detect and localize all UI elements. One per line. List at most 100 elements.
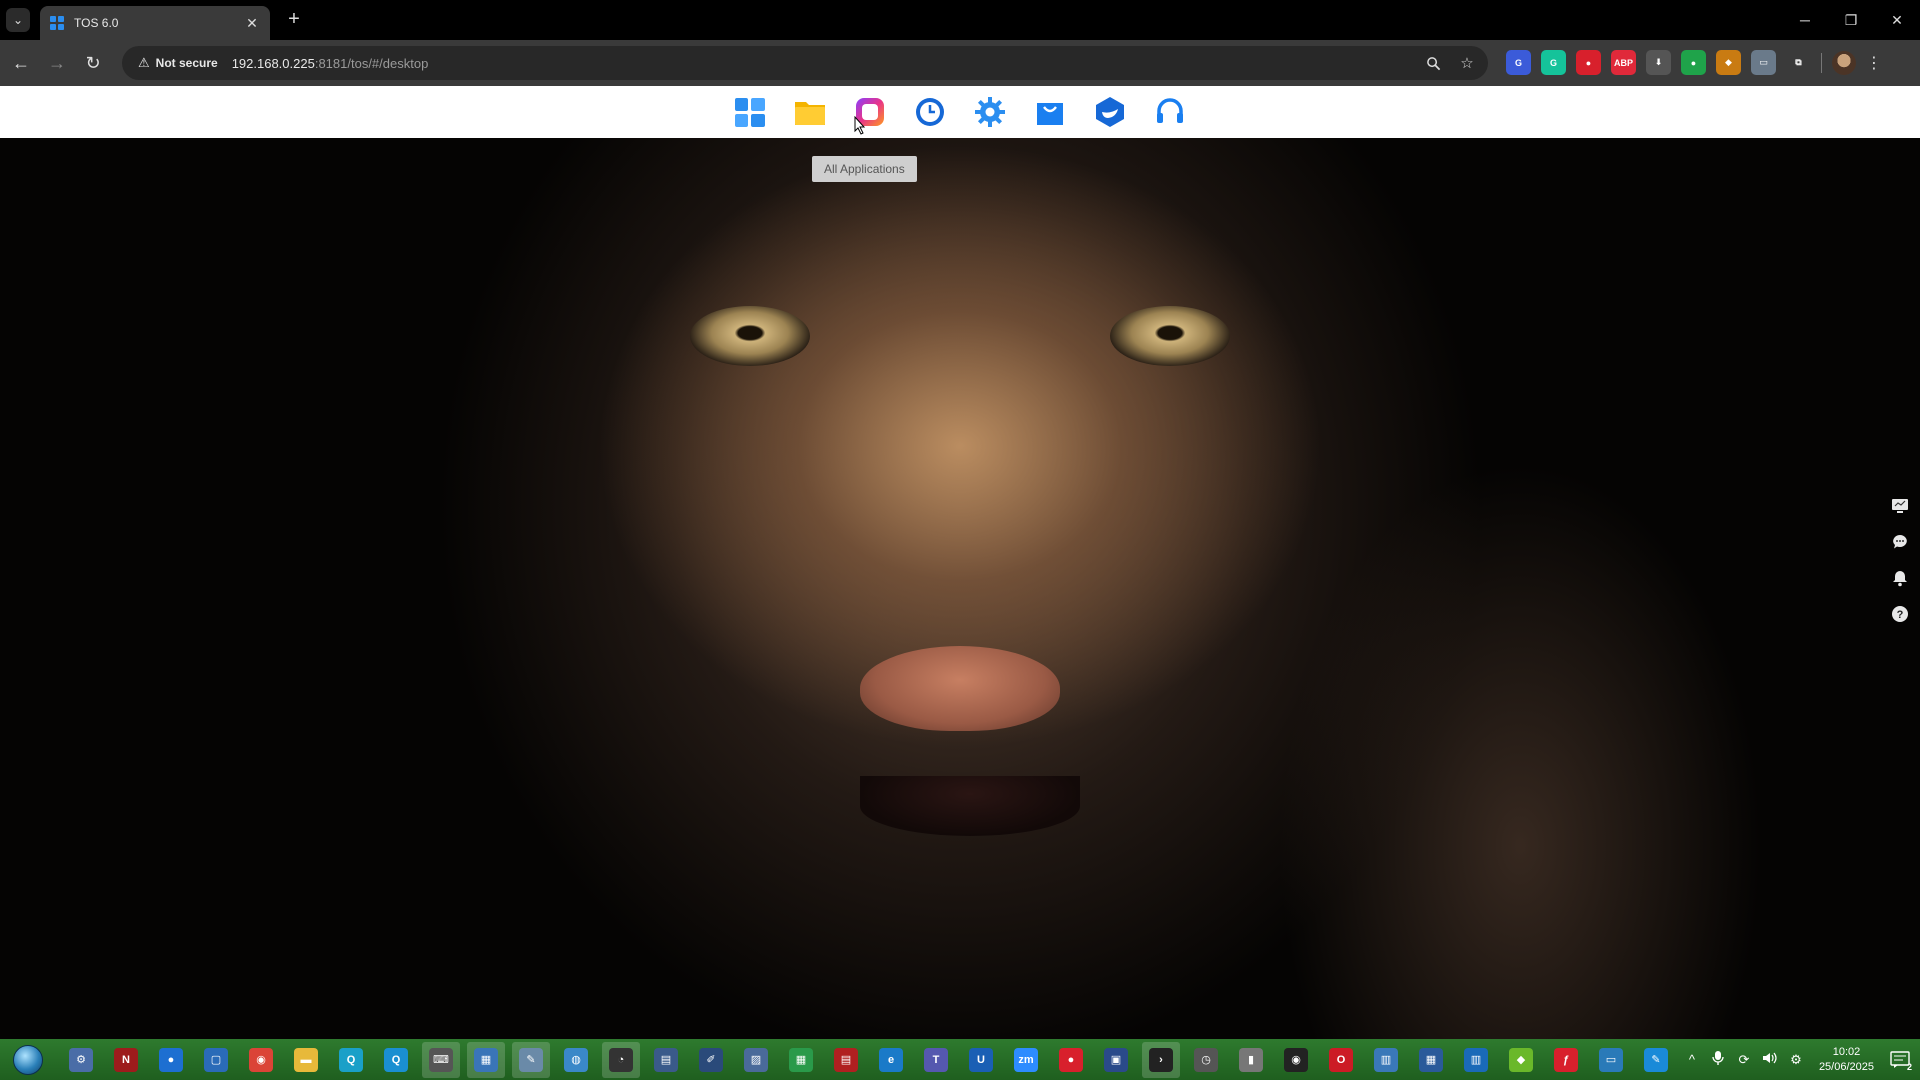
show-hidden-icons-chevron-icon[interactable]: ^ xyxy=(1683,1052,1701,1067)
taskbar-u-app[interactable]: U xyxy=(962,1042,1000,1078)
puzzle-extensions-menu-icon[interactable]: ⧉ xyxy=(1786,50,1811,75)
close-window-button[interactable]: ✕ xyxy=(1874,0,1920,40)
taskbar-doc-app[interactable]: ▤ xyxy=(647,1042,685,1078)
taskbar-speed-app[interactable]: ◔ xyxy=(602,1041,640,1078)
taskbar-teams-app[interactable]: T xyxy=(917,1042,955,1078)
taskbar-calc-app[interactable]: ▦ xyxy=(1412,1042,1450,1078)
download-extension-icon[interactable]: ⬇ xyxy=(1646,50,1671,75)
control-panel-gear-icon[interactable] xyxy=(970,92,1010,132)
toolbar-divider xyxy=(1821,52,1822,73)
wallpaper-nose xyxy=(860,646,1060,731)
screen-extension-icon[interactable]: ▭ xyxy=(1751,50,1776,75)
adblock-plus-extension-icon[interactable]: ABP xyxy=(1611,50,1636,75)
tab-search-chevron-icon[interactable]: ⌄ xyxy=(6,8,30,32)
taskbar-remote-app[interactable]: ▣ xyxy=(1097,1042,1135,1078)
desktop-app-icon[interactable] xyxy=(730,92,770,132)
reload-button[interactable]: ↻ xyxy=(80,50,106,76)
tab-close-icon[interactable]: ✕ xyxy=(244,15,260,32)
address-bar[interactable]: ⚠ Not secure 192.168.0.225:8181/tos/#/de… xyxy=(122,46,1488,80)
grammarly-extension-icon[interactable]: G xyxy=(1541,50,1566,75)
zoom-icon[interactable] xyxy=(1420,50,1446,76)
taskbar-network-app[interactable]: ▦ xyxy=(467,1041,505,1078)
window-app-icon: ▢ xyxy=(204,1047,228,1072)
orange-extension-icon[interactable]: ◆ xyxy=(1716,50,1741,75)
file-explorer-app-icon: ▬ xyxy=(294,1047,318,1072)
docker-icon[interactable] xyxy=(1090,92,1130,132)
microphone-icon[interactable] xyxy=(1709,1050,1727,1069)
forward-button[interactable]: → xyxy=(44,50,70,76)
taskbar-mic-app[interactable]: ▮ xyxy=(1232,1042,1270,1078)
url-text[interactable]: 192.168.0.225:8181/tos/#/desktop xyxy=(232,56,429,71)
tos-favicon-icon xyxy=(50,16,64,30)
taskbar-chrome-app[interactable]: ◉ xyxy=(242,1042,280,1078)
browser-tab-strip: ⌄ TOS 6.0 ✕ + ─ ❐ ✕ xyxy=(0,0,1920,40)
translate-extension-icon[interactable]: G xyxy=(1506,50,1531,75)
taskbar-edge-app[interactable]: e xyxy=(872,1042,910,1078)
taskbar-tools-app[interactable]: ✎ xyxy=(512,1041,550,1078)
image-app-icon: ▨ xyxy=(744,1047,768,1072)
clock-time: 10:02 xyxy=(1832,1045,1861,1058)
red-extension-icon[interactable]: ● xyxy=(1576,50,1601,75)
monitor-icon[interactable] xyxy=(1890,496,1910,516)
taskbar-opera-app[interactable]: O xyxy=(1322,1042,1360,1078)
security-chip[interactable]: ⚠ Not secure xyxy=(130,50,226,76)
settings-tray-gear-icon[interactable]: ⚙ xyxy=(1787,1052,1805,1068)
profile-avatar[interactable] xyxy=(1832,50,1856,75)
remote-app-icon: ▣ xyxy=(1104,1047,1128,1072)
tos-desktop[interactable]: All Applications ? xyxy=(0,86,1920,1039)
paint-app-icon: ✎ xyxy=(1644,1047,1668,1072)
taskbar-clock[interactable]: 10:02 25/06/2025 xyxy=(1819,1045,1874,1075)
notification-bell-icon[interactable] xyxy=(1890,568,1910,588)
taskbar-window-app[interactable]: ▢ xyxy=(197,1042,235,1078)
help-icon[interactable]: ? xyxy=(1890,604,1910,624)
green-extension-icon[interactable]: ● xyxy=(1681,50,1706,75)
back-button[interactable]: ← xyxy=(8,50,34,76)
browser-menu-kebab-icon[interactable]: ⋮ xyxy=(1866,53,1882,73)
taskbar-clock-app[interactable]: ◷ xyxy=(1187,1042,1225,1078)
taskbar-monitor-app[interactable]: ▭ xyxy=(1592,1042,1630,1078)
window-controls: ─ ❐ ✕ xyxy=(1782,0,1920,40)
volume-icon[interactable] xyxy=(1761,1051,1779,1068)
taskbar-red-shield-app[interactable]: N xyxy=(107,1042,145,1078)
backup-clock-icon[interactable] xyxy=(910,92,950,132)
sheet-app-icon: ▦ xyxy=(789,1047,813,1072)
bookmark-star-icon[interactable]: ☆ xyxy=(1454,50,1480,76)
start-button[interactable] xyxy=(8,1040,48,1080)
taskbar-zoom-app[interactable]: zm xyxy=(1007,1042,1045,1078)
file-manager-icon[interactable] xyxy=(790,92,830,132)
taskbar-keyboard-app[interactable]: ⌨ xyxy=(422,1041,460,1078)
taskbar-bars-app[interactable]: ▥ xyxy=(1457,1042,1495,1078)
taskbar-sheet-app[interactable]: ▦ xyxy=(782,1042,820,1078)
minimize-button[interactable]: ─ xyxy=(1782,0,1828,40)
globe-app-icon: ◍ xyxy=(564,1047,588,1072)
taskbar-settings-gear-app[interactable]: ⚙ xyxy=(62,1042,100,1078)
taskbar-file-explorer-app[interactable]: ▬ xyxy=(287,1042,325,1078)
taskbar-pdf-app[interactable]: ƒ xyxy=(1547,1042,1585,1078)
taskbar-image-app[interactable]: ▨ xyxy=(737,1042,775,1078)
tab-title: TOS 6.0 xyxy=(74,16,119,30)
taskbar-blue-orb-app[interactable]: ● xyxy=(152,1042,190,1078)
app-center-bag-icon[interactable] xyxy=(1030,92,1070,132)
support-headset-icon[interactable] xyxy=(1150,92,1190,132)
u-app-icon: U xyxy=(969,1047,993,1072)
taskbar-paint-app[interactable]: ✎ xyxy=(1637,1042,1675,1078)
taskbar-record-app[interactable]: ● xyxy=(1052,1042,1090,1078)
taskbar-chart-app[interactable]: ▥ xyxy=(1367,1042,1405,1078)
taskbar-edit-app[interactable]: ✐ xyxy=(692,1042,730,1078)
taskbar-red-doc-app[interactable]: ▤ xyxy=(827,1042,865,1078)
taskbar-obs-app[interactable]: ◉ xyxy=(1277,1042,1315,1078)
restore-button[interactable]: ❐ xyxy=(1828,0,1874,40)
taskbar-search-globe-app[interactable]: Q xyxy=(332,1042,370,1078)
taskbar-globe-app[interactable]: ◍ xyxy=(557,1042,595,1078)
action-center-button[interactable]: 2 xyxy=(1888,1048,1912,1072)
chat-icon[interactable] xyxy=(1890,532,1910,552)
taskbar-terminal-app[interactable]: › xyxy=(1142,1041,1180,1078)
blue-orb-app-icon: ● xyxy=(159,1047,183,1072)
chrome-app-icon: ◉ xyxy=(249,1047,273,1072)
terminal-app-icon: › xyxy=(1149,1047,1173,1072)
taskbar-cube-app[interactable]: ◆ xyxy=(1502,1042,1540,1078)
taskbar-find-app[interactable]: Q xyxy=(377,1042,415,1078)
sync-icon[interactable]: ⟳ xyxy=(1735,1052,1753,1068)
new-tab-button[interactable]: + xyxy=(282,8,306,32)
browser-tab-tos[interactable]: TOS 6.0 ✕ xyxy=(40,6,270,40)
